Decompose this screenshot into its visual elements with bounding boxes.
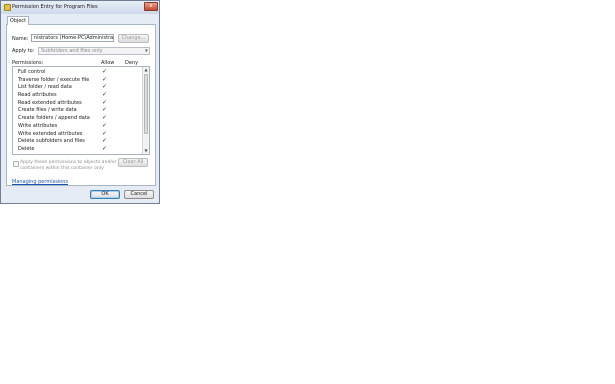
- allow-check-icon[interactable]: ✓: [102, 114, 107, 121]
- folder-icon: [4, 4, 11, 11]
- allow-check-icon[interactable]: ✓: [102, 91, 107, 98]
- allow-check-icon[interactable]: ✓: [102, 130, 107, 137]
- permission-row[interactable]: Write attributes ✓: [13, 122, 144, 130]
- permission-row[interactable]: Read attributes ✓: [13, 91, 144, 99]
- scrollbar[interactable]: ▲ ▼: [142, 67, 149, 154]
- allow-check-icon[interactable]: ✓: [102, 99, 107, 106]
- permission-name: Delete: [18, 145, 35, 152]
- apply-note-line1: Apply these permissions to objects and/o…: [20, 160, 117, 165]
- permissions-rows: Full control ✓ Traverse folder / execute f…: [13, 68, 144, 153]
- tab-object[interactable]: Object: [7, 16, 29, 25]
- title-bar[interactable]: Permission Entry for Program Files x: [1, 1, 159, 14]
- scroll-up-icon[interactable]: ▲: [143, 67, 149, 73]
- allow-check-icon[interactable]: ✓: [102, 83, 107, 90]
- chevron-down-icon: ▼: [144, 48, 148, 53]
- clear-all-button[interactable]: Clear All: [118, 158, 148, 167]
- allow-check-icon[interactable]: ✓: [102, 137, 107, 144]
- permission-name: Read extended attributes: [18, 99, 82, 106]
- permission-entry-dialog: Permission Entry for Program Files x Obj…: [0, 0, 160, 204]
- permission-name: Create files / write data: [18, 107, 77, 114]
- ok-button[interactable]: OK: [90, 190, 120, 199]
- permission-name: List folder / read data: [18, 84, 72, 91]
- close-button[interactable]: x: [144, 2, 158, 11]
- allow-check-icon[interactable]: ✓: [102, 68, 107, 75]
- apply-note-line2: containers within this container only: [20, 165, 104, 171]
- apply-to-value: Subfolders and files only: [41, 48, 103, 54]
- permission-row[interactable]: Delete subfolders and files ✓: [13, 137, 144, 145]
- apply-within-container-checkbox[interactable]: [13, 161, 19, 167]
- permission-name: Read attributes: [18, 92, 57, 99]
- allow-check-icon[interactable]: ✓: [102, 122, 107, 129]
- allow-check-icon[interactable]: ✓: [102, 145, 107, 152]
- permission-row[interactable]: Create files / write data ✓: [13, 106, 144, 114]
- managing-permissions-link[interactable]: Managing permissions: [12, 179, 68, 185]
- permission-name: Write attributes: [18, 122, 58, 129]
- permission-row[interactable]: List folder / read data ✓: [13, 83, 144, 91]
- permission-row[interactable]: Full control ✓: [13, 68, 144, 76]
- permission-row[interactable]: Traverse folder / execute file ✓: [13, 76, 144, 84]
- permission-row[interactable]: Read extended attributes ✓: [13, 99, 144, 107]
- apply-within-container-label: Apply these permissions to objects and/o…: [20, 160, 117, 171]
- scroll-thumb[interactable]: [144, 74, 148, 134]
- permission-name: Traverse folder / execute file: [18, 76, 90, 83]
- apply-to-label: Apply to:: [12, 48, 35, 54]
- cancel-button[interactable]: Cancel: [124, 190, 154, 199]
- window-title: Permission Entry for Program Files: [12, 4, 98, 10]
- name-label: Name:: [12, 36, 29, 42]
- permission-name: Full control: [18, 69, 46, 75]
- name-field[interactable]: nistrators (Home-PC\Administrators): [31, 34, 114, 42]
- permission-row[interactable]: Create folders / append data ✓: [13, 114, 144, 122]
- allow-check-icon[interactable]: ✓: [102, 76, 107, 83]
- permission-name: Create folders / append data: [18, 115, 90, 122]
- permission-name: Write extended attributes: [18, 130, 83, 137]
- permission-row[interactable]: Write extended attributes ✓: [13, 130, 144, 138]
- change-button[interactable]: Change...: [118, 34, 149, 43]
- allow-check-icon[interactable]: ✓: [102, 106, 107, 113]
- permission-name: Delete subfolders and files: [18, 138, 85, 145]
- apply-to-dropdown[interactable]: Subfolders and files only ▼: [38, 47, 150, 55]
- scroll-down-icon[interactable]: ▼: [143, 148, 149, 154]
- permissions-list[interactable]: Full control ✓ Traverse folder / execute f…: [12, 66, 150, 155]
- permission-row[interactable]: Delete ✓: [13, 145, 144, 153]
